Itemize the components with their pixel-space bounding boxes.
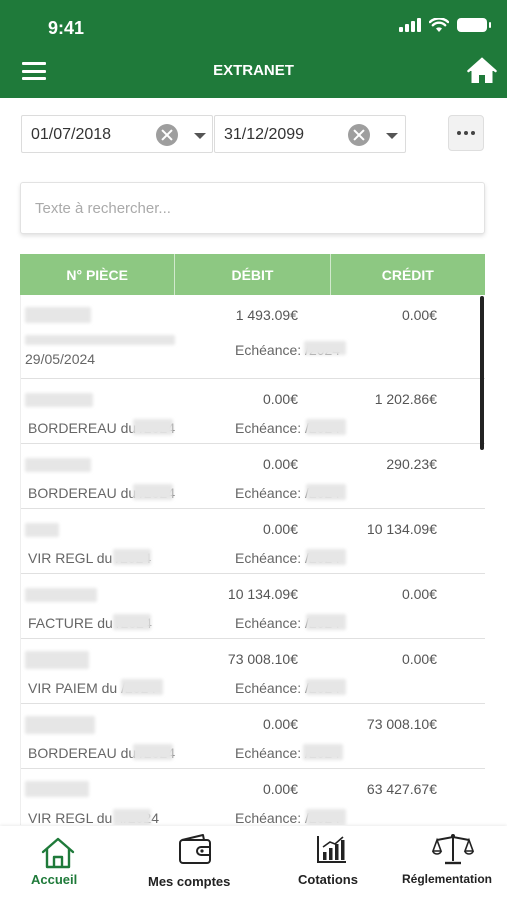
row-debit: 0.00€	[262, 521, 298, 537]
column-header-piece[interactable]: N° PIÈCE	[20, 254, 176, 295]
nav-item-cotations[interactable]: Cotations	[290, 826, 380, 900]
end-date-value: 31/12/2099	[224, 126, 305, 143]
table-row[interactable]: 0.00€ 1 202.86€ BORDEREAU du /2024 Echéa…	[21, 379, 485, 444]
wifi-icon	[429, 17, 449, 32]
search-input[interactable]	[20, 182, 485, 234]
column-header-debit[interactable]: DÉBIT	[175, 254, 331, 295]
nav-label-reglementation: Réglementation	[402, 872, 493, 886]
row-debit: 0.00€	[262, 391, 298, 407]
row-credit: 0.00€	[401, 651, 437, 667]
status-icons	[399, 16, 491, 34]
column-header-credit[interactable]: CRÉDIT	[331, 254, 485, 295]
row-credit: 1 202.86€	[374, 391, 437, 407]
table-scrollbar[interactable]	[480, 296, 484, 450]
home-icon[interactable]	[467, 56, 497, 86]
nav-label-accueil: Accueil	[31, 872, 78, 887]
row-credit: 73 008.10€	[366, 716, 437, 732]
row-debit: 0.00€	[262, 716, 298, 732]
status-bar: 9:41	[0, 0, 507, 50]
dot-icon	[464, 131, 468, 135]
row-debit: 0.00€	[262, 456, 298, 472]
row-credit: 0.00€	[401, 307, 437, 323]
row-debit: 73 008.10€	[227, 651, 298, 667]
chevron-down-icon[interactable]	[194, 133, 206, 139]
end-date-field[interactable]: 31/12/2099	[214, 115, 406, 153]
dot-icon	[471, 131, 475, 135]
start-date-field[interactable]: 01/07/2018	[21, 115, 213, 153]
dot-icon	[457, 131, 461, 135]
clear-start-date-icon[interactable]	[156, 124, 178, 146]
table-row[interactable]: 0.00€ 63 427.67€ VIR REGL du 4/2024 Eché…	[21, 769, 485, 825]
nav-item-reglementation[interactable]: Réglementation	[398, 826, 505, 900]
nav-label-cotations: Cotations	[298, 872, 358, 887]
scales-icon	[432, 834, 474, 865]
battery-icon	[457, 18, 491, 32]
row-credit: 10 134.09€	[366, 521, 437, 537]
more-options-button[interactable]	[448, 115, 484, 151]
app-title: EXTRANET	[213, 62, 294, 79]
table-row[interactable]: 0.00€ 290.23€ BORDEREAU du /2024 Echéanc…	[21, 444, 485, 509]
row-credit: 290.23€	[386, 456, 437, 472]
table-row[interactable]: 0.00€ 73 008.10€ BORDEREAU du /2024 Eché…	[21, 704, 485, 769]
table-row[interactable]: 10 134.09€ 0.00€ FACTURE du /2024 Echéan…	[21, 574, 485, 639]
table-row[interactable]: 0.00€ 10 134.09€ VIR REGL du /2024 Echéa…	[21, 509, 485, 574]
row-debit: 1 493.09€	[235, 307, 298, 323]
app-bar: EXTRANET	[0, 50, 507, 98]
nav-item-mes-comptes[interactable]: Mes comptes	[140, 826, 250, 900]
row-label: 29/05/2024	[25, 351, 96, 367]
row-credit: 0.00€	[401, 586, 437, 602]
table-header: N° PIÈCE DÉBIT CRÉDIT	[20, 254, 485, 295]
start-date-value: 01/07/2018	[31, 126, 112, 143]
nav-label-mes-comptes: Mes comptes	[148, 874, 231, 889]
chevron-down-icon[interactable]	[386, 133, 398, 139]
wallet-icon	[179, 834, 211, 864]
clear-end-date-icon[interactable]	[348, 124, 370, 146]
nav-item-accueil[interactable]: Accueil	[20, 826, 100, 900]
table-body[interactable]: 1 493.09€ 0.00€ 29/05/2024 Echéance: /20…	[20, 295, 485, 825]
table-row[interactable]: 1 493.09€ 0.00€ 29/05/2024 Echéance: /20…	[21, 295, 485, 379]
row-debit: 10 134.09€	[227, 586, 298, 602]
home-outline-icon	[41, 837, 75, 869]
cellular-signal-icon	[399, 18, 421, 32]
row-debit: 0.00€	[262, 781, 298, 797]
bar-chart-icon	[317, 836, 346, 863]
row-credit: 63 427.67€	[366, 781, 437, 797]
table-row[interactable]: 73 008.10€ 0.00€ VIR PAIEM du /2024 Eché…	[21, 639, 485, 704]
bottom-nav: Accueil Mes comptes Cotations Réglementa…	[0, 826, 507, 900]
status-time: 9:41	[48, 18, 85, 38]
